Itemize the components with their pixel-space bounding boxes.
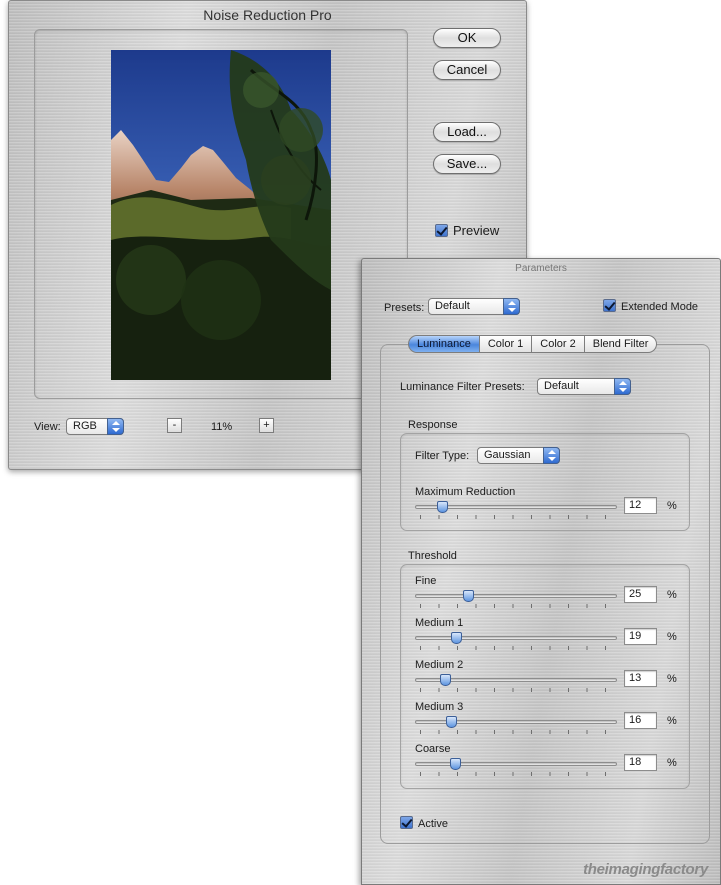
medium-2-thumb[interactable] [440, 674, 451, 686]
fine-thumb[interactable] [463, 590, 474, 602]
medium-1-value[interactable]: 19 [624, 628, 657, 645]
preview-image[interactable] [111, 50, 331, 380]
medium-1-label: Medium 1 [415, 617, 464, 629]
response-group-title: Response [408, 419, 458, 431]
luminance-presets-value: Default [544, 380, 579, 392]
luminance-presets-select[interactable]: Default [537, 378, 631, 395]
medium-3-thumb[interactable] [446, 716, 457, 728]
tab-bar: Luminance Color 1 Color 2 Blend Filter [408, 335, 658, 353]
filter-type-select[interactable]: Gaussian [477, 447, 560, 464]
tab-luminance[interactable]: Luminance [408, 335, 480, 353]
medium-1-slider[interactable] [415, 636, 617, 640]
landscape-photo [111, 50, 331, 380]
coarse-slider[interactable] [415, 762, 617, 766]
view-select-value: RGB [73, 420, 97, 432]
fine-value[interactable]: 25 [624, 586, 657, 603]
tab-color-2[interactable]: Color 2 [531, 335, 585, 353]
preview-checkbox[interactable] [435, 224, 448, 237]
max-reduction-thumb[interactable] [437, 501, 448, 513]
medium-1-unit: % [667, 631, 677, 643]
medium-3-label: Medium 3 [415, 701, 464, 713]
parameters-title: Parameters [515, 263, 567, 274]
filter-type-value: Gaussian [484, 449, 531, 461]
ok-button[interactable]: OK [433, 28, 501, 48]
coarse-thumb[interactable] [450, 758, 461, 770]
chevron-updown-icon [543, 447, 560, 464]
presets-select[interactable]: Default [428, 298, 520, 315]
filter-type-label: Filter Type: [415, 450, 470, 462]
coarse-unit: % [667, 757, 677, 769]
parameters-window: Parameters Presets: Default Extended Mod… [361, 258, 721, 885]
zoom-out-button[interactable]: - [167, 418, 182, 433]
active-checkbox[interactable] [400, 816, 413, 829]
brand-logo: theimagingfactory [583, 861, 708, 878]
coarse-ticks [420, 772, 612, 776]
load-button[interactable]: Load... [433, 122, 501, 142]
view-label: View: [34, 421, 61, 433]
medium-1-thumb[interactable] [451, 632, 462, 644]
fine-unit: % [667, 589, 677, 601]
presets-select-value: Default [435, 300, 470, 312]
tab-color-1[interactable]: Color 1 [478, 335, 533, 353]
preview-label: Preview [453, 223, 500, 238]
coarse-value[interactable]: 18 [624, 754, 657, 771]
save-button[interactable]: Save... [433, 154, 501, 174]
extended-mode-label: Extended Mode [621, 301, 699, 313]
view-select[interactable]: RGB [66, 418, 124, 435]
max-reduction-value[interactable]: 12 [624, 497, 657, 514]
fine-ticks [420, 604, 612, 608]
luminance-presets-label: Luminance Filter Presets: [400, 381, 525, 393]
tab-blend-filter[interactable]: Blend Filter [583, 335, 658, 353]
fine-label: Fine [415, 575, 437, 587]
zoom-in-button[interactable]: + [259, 418, 274, 433]
active-label: Active [418, 818, 448, 830]
cancel-button[interactable]: Cancel [433, 60, 501, 80]
extended-mode-checkbox[interactable] [603, 299, 616, 312]
max-reduction-ticks [420, 515, 612, 519]
chevron-updown-icon [614, 378, 631, 395]
chevron-updown-icon [107, 418, 124, 435]
medium-3-ticks [420, 730, 612, 734]
medium-3-unit: % [667, 715, 677, 727]
max-reduction-label: Maximum Reduction [415, 486, 516, 498]
medium-2-value[interactable]: 13 [624, 670, 657, 687]
coarse-label: Coarse [415, 743, 451, 755]
chevron-updown-icon [503, 298, 520, 315]
zoom-level: 11% [211, 421, 233, 433]
fine-slider[interactable] [415, 594, 617, 598]
preview-panel [34, 29, 408, 399]
threshold-group-title: Threshold [408, 550, 457, 562]
medium-1-ticks [420, 646, 612, 650]
medium-2-ticks [420, 688, 612, 692]
presets-label: Presets: [384, 302, 425, 314]
medium-2-unit: % [667, 673, 677, 685]
medium-3-value[interactable]: 16 [624, 712, 657, 729]
max-reduction-unit: % [667, 500, 677, 512]
window-title: Noise Reduction Pro [203, 7, 332, 23]
medium-2-label: Medium 2 [415, 659, 464, 671]
